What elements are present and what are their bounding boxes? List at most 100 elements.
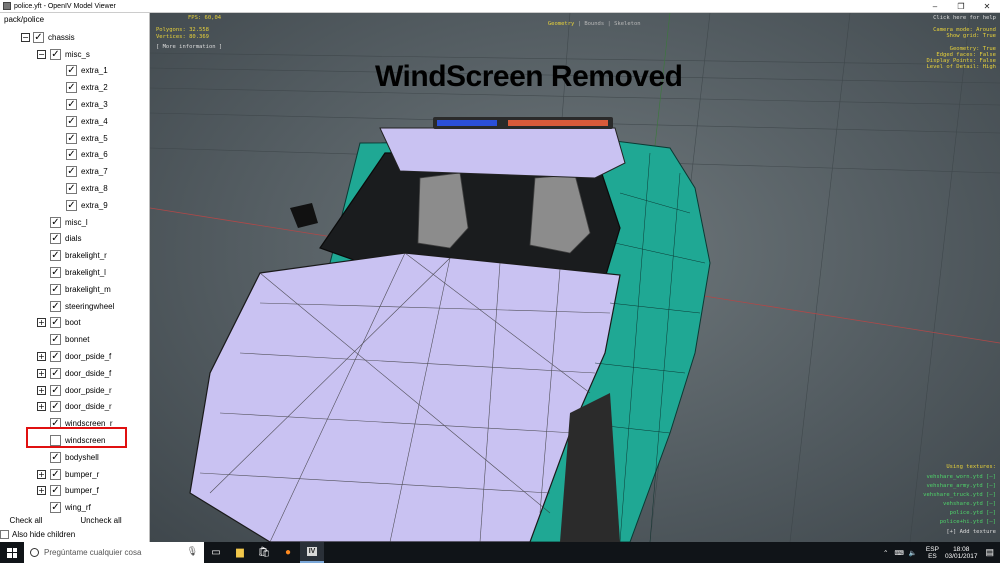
setting-line[interactable]: Level of Detail: High: [926, 64, 996, 70]
also-hide-children-option[interactable]: Also hide children: [0, 530, 75, 539]
tree-item-checkbox[interactable]: ✓: [66, 82, 77, 94]
tree-item[interactable]: ✓ misc_l: [0, 214, 149, 231]
tree-item-checkbox[interactable]: ✓: [50, 384, 61, 396]
tree-item-checkbox[interactable]: ✓: [50, 267, 61, 279]
language-indicator[interactable]: ESP ES: [926, 546, 939, 560]
mode-geometry[interactable]: Geometry: [548, 21, 575, 27]
tree-item[interactable]: ✓ extra_2: [0, 79, 149, 96]
file-explorer-icon[interactable]: ▆: [228, 542, 252, 563]
tree-item[interactable]: + ✓ boot: [0, 315, 149, 332]
tree-item[interactable]: ✓ extra_5: [0, 130, 149, 147]
tree-item-checkbox[interactable]: ✓: [66, 183, 77, 195]
tree-item[interactable]: + ✓ door_pside_r: [0, 382, 149, 399]
tree-item-checkbox[interactable]: ✓: [33, 31, 44, 43]
tree-item[interactable]: ✓ extra_7: [0, 163, 149, 180]
expand-icon[interactable]: +: [37, 352, 46, 362]
expand-icon[interactable]: +: [37, 486, 46, 496]
tree-item[interactable]: + ✓ door_pside_f: [0, 348, 149, 365]
tree-item[interactable]: ✓ brakelight_l: [0, 264, 149, 281]
expand-icon[interactable]: +: [37, 469, 46, 479]
tree-item[interactable]: ✓ brakelight_r: [0, 247, 149, 264]
notifications-icon[interactable]: ▤: [985, 547, 994, 558]
tree-item[interactable]: − ✓ misc_s: [0, 46, 149, 63]
tree-item[interactable]: − ✓ chassis: [0, 29, 149, 46]
tree-item[interactable]: ✓ extra_9: [0, 197, 149, 214]
tree-item-label: extra_6: [81, 150, 108, 160]
tree-item[interactable]: ✓ bodyshell: [0, 449, 149, 466]
texture-item[interactable]: vehshare.ytd [–]: [923, 500, 996, 509]
tree-item-checkbox[interactable]: ✓: [50, 216, 61, 228]
tree-item[interactable]: ✓ extra_8: [0, 180, 149, 197]
tree-item[interactable]: + ✓ bumper_r: [0, 466, 149, 483]
expand-icon[interactable]: +: [37, 402, 46, 412]
check-all-button[interactable]: Check all: [2, 514, 50, 528]
store-icon[interactable]: 🛍: [252, 542, 276, 563]
model-viewport[interactable]: WindScreen Removed FPS: 60,04 Polygons: …: [150, 13, 1000, 542]
add-texture-button[interactable]: [+] Add texture: [946, 529, 996, 535]
search-box[interactable]: Pregúntame cualquier cosa 🎙: [24, 542, 204, 563]
tree-item-checkbox[interactable]: ✓: [50, 300, 61, 312]
minimize-button[interactable]: –: [922, 0, 948, 13]
help-link[interactable]: Click here for help: [933, 15, 996, 21]
texture-item[interactable]: police.ytd [–]: [923, 509, 996, 518]
tree-item[interactable]: ✓ dials: [0, 231, 149, 248]
tree-item-checkbox[interactable]: ✓: [66, 65, 77, 77]
maximize-button[interactable]: ❐: [948, 0, 974, 13]
expand-icon[interactable]: +: [37, 368, 46, 378]
expand-icon[interactable]: +: [37, 318, 46, 328]
tree-item-checkbox[interactable]: ✓: [50, 283, 61, 295]
tree-item[interactable]: ✓ extra_6: [0, 147, 149, 164]
tree-item-checkbox[interactable]: ✓: [50, 233, 61, 245]
volume-icon[interactable]: 🔈: [909, 549, 917, 557]
also-hide-children-checkbox[interactable]: [0, 530, 9, 539]
uncheck-all-button[interactable]: Uncheck all: [66, 514, 136, 528]
tree-item-checkbox[interactable]: ✓: [50, 468, 61, 480]
collapse-icon[interactable]: −: [37, 49, 46, 59]
tree-item-checkbox[interactable]: ✓: [66, 166, 77, 178]
tree-item-checkbox[interactable]: ✓: [50, 317, 61, 329]
tree-item-checkbox[interactable]: ✓: [66, 199, 77, 211]
firefox-icon[interactable]: ●: [276, 542, 300, 563]
tree-item-checkbox[interactable]: ✓: [50, 334, 61, 346]
collapse-icon[interactable]: −: [21, 32, 30, 42]
openiv-icon[interactable]: IV: [300, 542, 324, 563]
expand-icon[interactable]: +: [37, 385, 46, 395]
tree-item-checkbox[interactable]: ✓: [50, 401, 61, 413]
texture-item[interactable]: vehshare_truck.ytd [–]: [923, 491, 996, 500]
tree-item[interactable]: ✓ brakelight_m: [0, 281, 149, 298]
tree-item[interactable]: + ✓ door_dside_f: [0, 365, 149, 382]
clock[interactable]: 18:08 03/01/2017: [945, 546, 978, 560]
tree-item-checkbox[interactable]: ✓: [50, 351, 61, 363]
tree-item[interactable]: ✓ bonnet: [0, 331, 149, 348]
tray-chevron-icon[interactable]: ⌃: [883, 549, 888, 557]
mode-skeleton[interactable]: Skeleton: [614, 21, 641, 27]
tree-item-checkbox[interactable]: ✓: [50, 485, 61, 497]
tree-item-checkbox[interactable]: ✓: [66, 115, 77, 127]
tree-item[interactable]: ✓ extra_1: [0, 63, 149, 80]
tree-item-checkbox[interactable]: ✓: [66, 99, 77, 111]
tree-item-checkbox[interactable]: ✓: [50, 451, 61, 463]
tree-item-checkbox[interactable]: ✓: [50, 48, 61, 60]
tree-item[interactable]: ✓ steeringwheel: [0, 298, 149, 315]
windows-start-icon[interactable]: [0, 542, 24, 563]
tree-item-checkbox[interactable]: ✓: [50, 367, 61, 379]
tree-item-checkbox[interactable]: ✓: [50, 502, 61, 514]
task-view-icon[interactable]: ▭: [204, 542, 228, 563]
texture-item[interactable]: police+hi.ytd [–]: [923, 518, 996, 527]
network-icon[interactable]: ⌨: [894, 549, 903, 557]
tree-item[interactable]: ✓ extra_4: [0, 113, 149, 130]
mode-bounds[interactable]: Bounds: [584, 21, 604, 27]
texture-item[interactable]: vehshare_army.ytd [–]: [923, 482, 996, 491]
tree-item-checkbox[interactable]: ✓: [50, 250, 61, 262]
tree-item-checkbox[interactable]: ✓: [66, 149, 77, 161]
tree-item-checkbox[interactable]: ✓: [66, 132, 77, 144]
tree-item[interactable]: ✓ extra_3: [0, 96, 149, 113]
tree-item-label: extra_2: [81, 83, 108, 93]
close-button[interactable]: ✕: [974, 0, 1000, 13]
tree-item[interactable]: + ✓ door_dside_r: [0, 399, 149, 416]
texture-item[interactable]: vehshare_worn.ytd [–]: [923, 473, 996, 482]
microphone-icon[interactable]: 🎙: [187, 546, 198, 557]
tree-root[interactable]: pack/police: [4, 15, 44, 24]
more-information-link[interactable]: [ More information ]: [156, 44, 222, 50]
tree-item[interactable]: + ✓ bumper_f: [0, 483, 149, 500]
